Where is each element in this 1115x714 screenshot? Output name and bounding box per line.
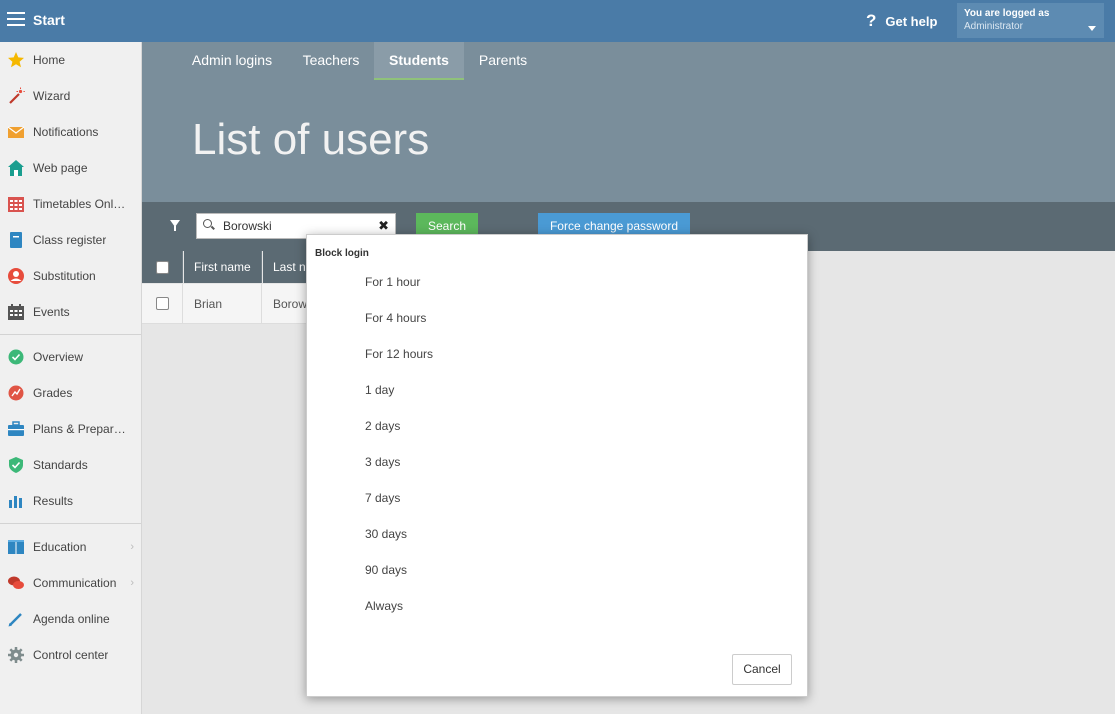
tab-parents[interactable]: Parents [468,42,538,80]
sidebar-item-events[interactable]: Events [0,294,141,330]
option-for-4-hours[interactable]: For 4 hours [365,308,426,328]
sidebar-item-label: Overview [33,350,84,364]
question-icon: ? [866,11,877,30]
sidebar-item-label: Communication [33,576,117,590]
star-icon [7,51,25,69]
row-checkbox[interactable] [156,297,169,310]
gear-icon [7,646,25,664]
sidebar-item-home[interactable]: Home [0,42,141,78]
tab-students[interactable]: Students [374,42,464,80]
magic-wand-icon [7,87,25,105]
pencil-icon [7,610,25,628]
sidebar-item-substitution[interactable]: Substitution [0,258,141,294]
sidebar-item-label: Agenda online [33,612,110,626]
option-for-1-hour[interactable]: For 1 hour [365,272,420,292]
top-bar: Start ? Get help You are logged as Admin… [0,0,1115,42]
sidebar-item-label: Home [33,53,66,67]
book-icon [7,231,25,249]
shield-icon [7,456,25,474]
search-icon [203,219,212,228]
sidebar-item-label: Notifications [33,125,99,139]
sidebar-item-agenda-online[interactable]: Agenda online [0,601,141,637]
sidebar-item-label: Education [33,540,87,554]
sidebar-item-grades[interactable]: Grades [0,375,141,411]
briefcase-icon [7,420,25,438]
menu-icon[interactable] [7,12,25,26]
sidebar-item-label: Events [33,305,70,319]
cancel-button[interactable]: Cancel [732,654,792,685]
sidebar-item-label: Timetables Onl… [33,197,126,211]
start-label[interactable]: Start [33,12,65,28]
bar-chart-icon [7,492,25,510]
sidebar-item-label: Control center [33,648,109,662]
sidebar-item-overview[interactable]: Overview [0,339,141,375]
sidebar-item-web-page[interactable]: Web page [0,150,141,186]
option-1-day[interactable]: 1 day [365,380,394,400]
get-help-label: Get help [885,13,938,29]
page-header: Admin logins Teachers Students Parents L… [142,42,1115,202]
sidebar-item-control-center[interactable]: Control center [0,637,141,673]
option-30-days[interactable]: 30 days [365,524,407,544]
person-icon [7,267,25,285]
get-help-link[interactable]: ? Get help [866,11,937,31]
tab-teachers[interactable]: Teachers [292,42,370,80]
calendar-grid-icon [7,195,25,213]
sidebar-item-standards[interactable]: Standards [0,447,141,483]
user-role: Administrator [964,21,1023,32]
column-header-first-name[interactable]: First name [184,251,262,283]
sidebar-item-results[interactable]: Results [0,483,141,519]
sidebar-item-label: Web page [33,161,88,175]
page-title: List of users [192,115,430,164]
sidebar-item-label: Standards [33,458,88,472]
clear-icon[interactable]: ✖ [378,218,389,234]
sidebar: Home Wizard Notifications Web page Timet… [0,42,142,714]
sidebar-item-wizard[interactable]: Wizard [0,78,141,114]
sidebar-item-label: Plans & Prepar… [33,422,126,436]
calendar-icon [7,303,25,321]
option-90-days[interactable]: 90 days [365,560,407,580]
sidebar-item-education[interactable]: Education › [0,529,141,565]
column-header-last-name[interactable]: Last n [263,251,309,283]
chevron-down-icon [1088,26,1096,31]
filter-icon[interactable] [170,220,180,231]
sidebar-item-notifications[interactable]: Notifications [0,114,141,150]
chevron-right-icon: › [130,577,134,589]
logged-as-label: You are logged as [964,8,1050,19]
sidebar-item-label: Class register [33,233,107,247]
sidebar-item-label: Grades [33,386,73,400]
sidebar-item-communication[interactable]: Communication › [0,565,141,601]
sidebar-item-label: Results [33,494,74,508]
first-name-cell: Brian [184,284,262,324]
chat-bubbles-icon [7,574,25,592]
house-icon [7,159,25,177]
education-book-icon [7,538,25,556]
sidebar-divider [0,523,141,524]
option-2-days[interactable]: 2 days [365,416,400,436]
option-3-days[interactable]: 3 days [365,452,400,472]
last-name-cell: Borow [263,284,309,324]
check-circle-icon [7,348,25,366]
search-input[interactable] [223,218,373,234]
sidebar-item-timetables[interactable]: Timetables Onl… [0,186,141,222]
sidebar-divider [0,334,141,335]
envelope-icon [7,123,25,141]
row-select-cell [142,284,183,324]
sidebar-item-class-register[interactable]: Class register [0,222,141,258]
option-always[interactable]: Always [365,596,403,616]
option-for-12-hours[interactable]: For 12 hours [365,344,433,364]
sidebar-item-label: Wizard [33,89,71,103]
select-all-cell [142,251,183,283]
block-login-dialog: Block login For 1 hour For 4 hours For 1… [306,234,808,697]
option-7-days[interactable]: 7 days [365,488,400,508]
table-row[interactable]: Brian Borow [142,284,309,324]
sidebar-item-label: Substitution [33,269,96,283]
sidebar-item-plans[interactable]: Plans & Prepar… [0,411,141,447]
dialog-title: Block login [315,248,369,259]
user-menu[interactable]: You are logged as Administrator [957,3,1104,38]
select-all-checkbox[interactable] [156,261,169,274]
tab-admin-logins[interactable]: Admin logins [177,42,287,80]
chevron-right-icon: › [130,541,134,553]
grades-circle-icon [7,384,25,402]
